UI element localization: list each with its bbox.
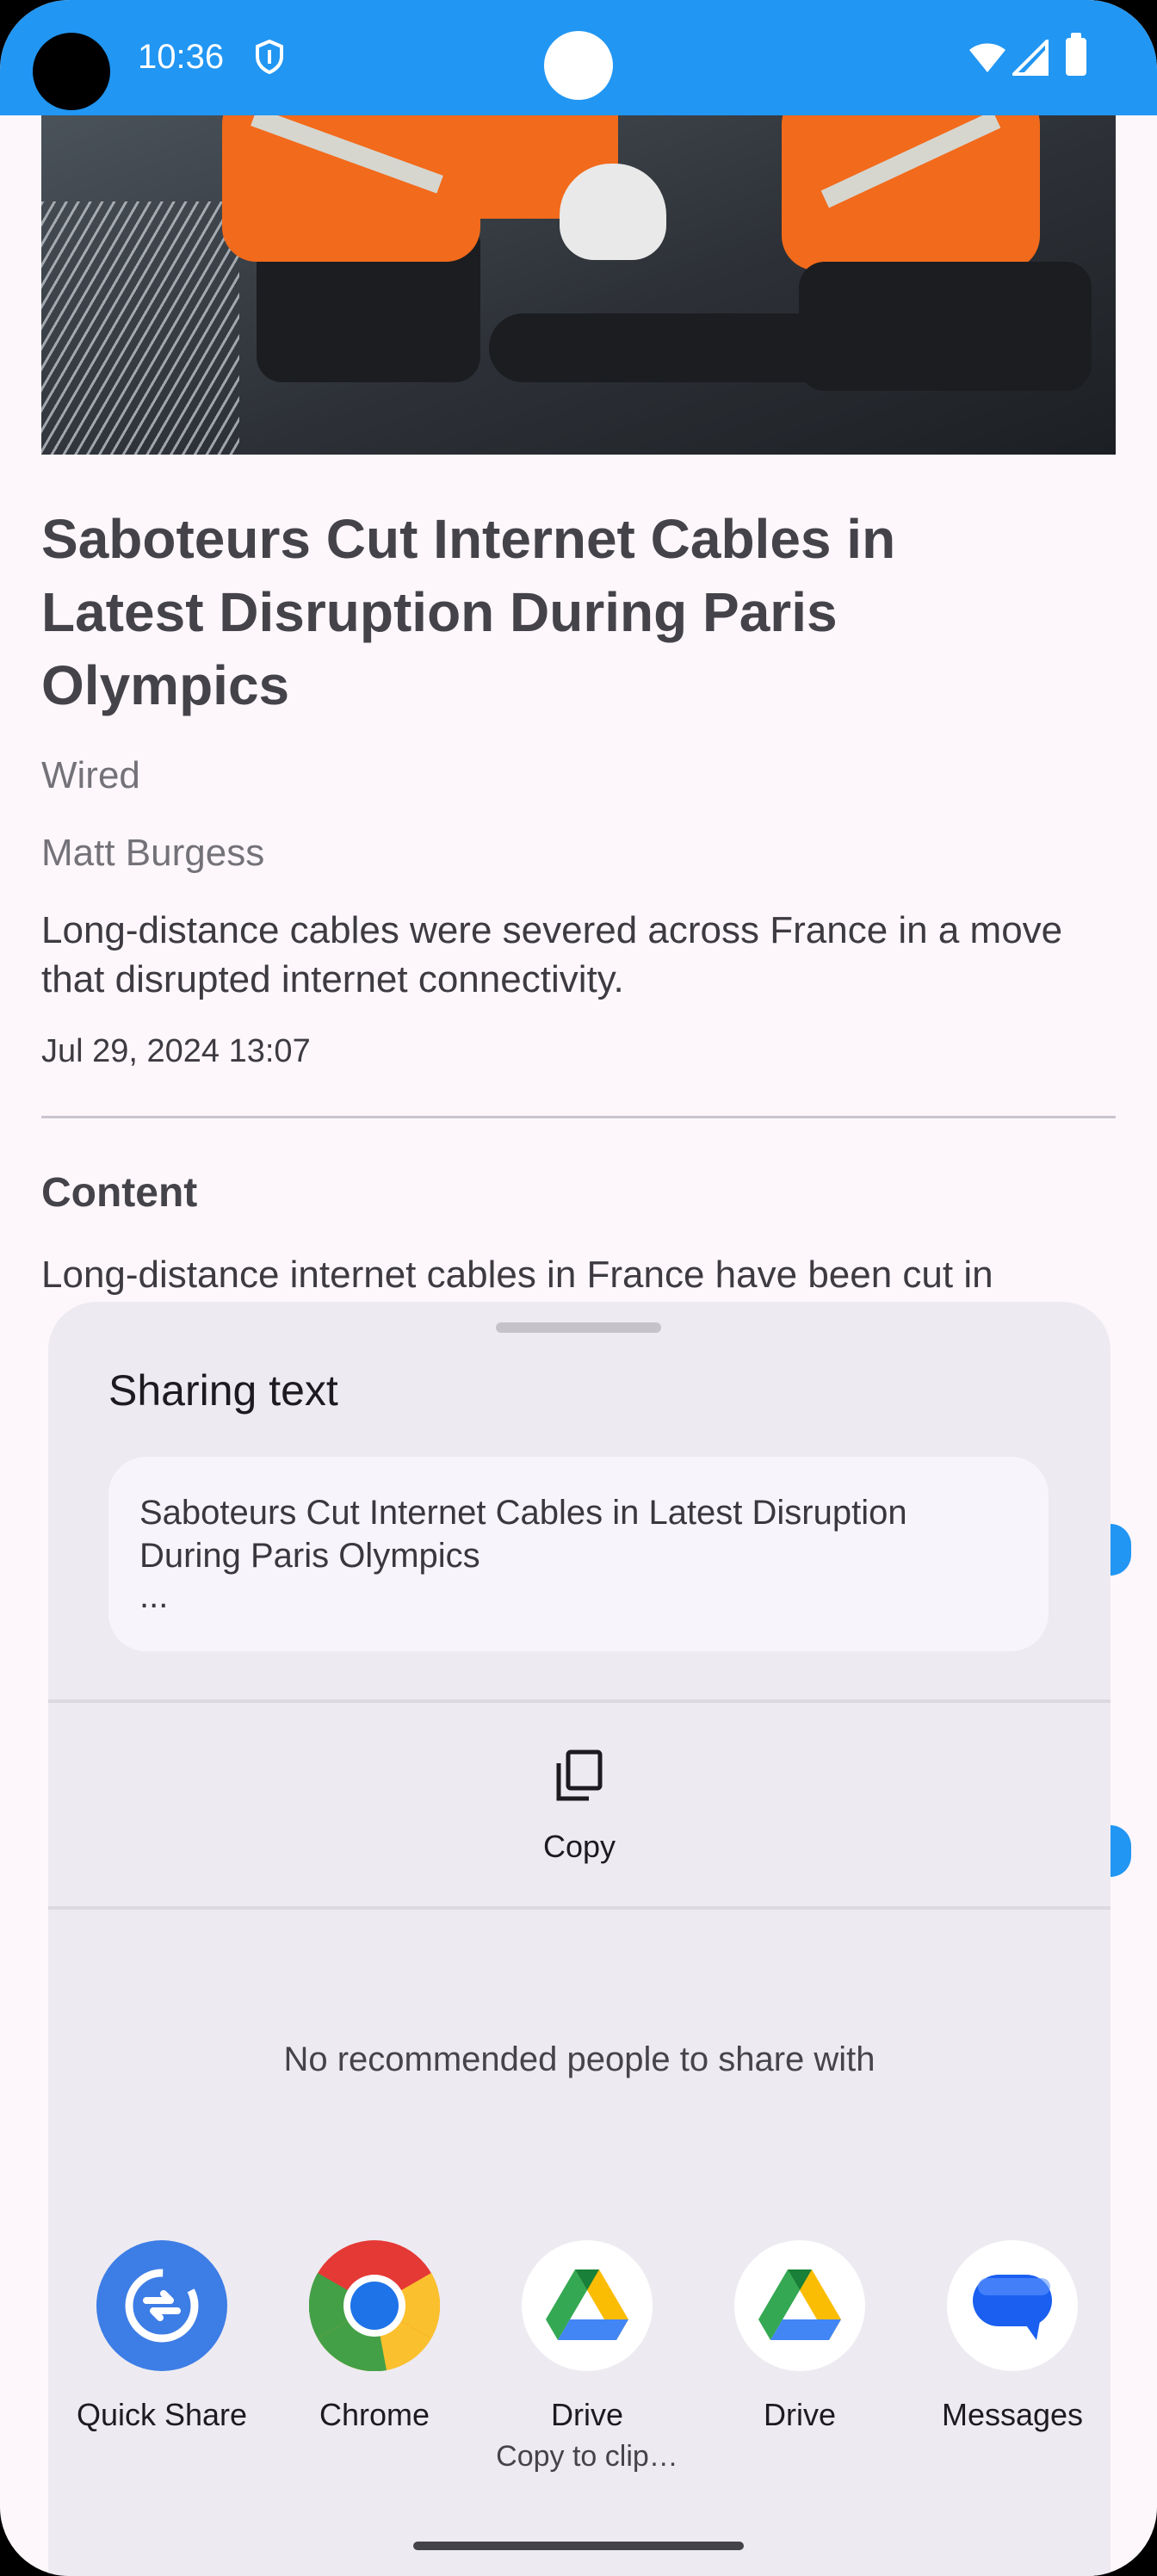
app-label: Messages bbox=[941, 2397, 1084, 2432]
messages-icon bbox=[947, 2240, 1078, 2371]
signal-icon bbox=[1012, 40, 1049, 76]
wifi-icon bbox=[969, 43, 1005, 72]
app-label: Drive bbox=[550, 2397, 623, 2432]
article-date: Jul 29, 2024 13:07 bbox=[41, 1033, 311, 1069]
share-target-drive[interactable]: Drive bbox=[705, 2240, 894, 2499]
copy-label: Copy bbox=[542, 1829, 616, 1864]
screen: Saboteurs Cut Internet Cables in Latest … bbox=[0, 0, 1157, 2576]
drive-icon bbox=[734, 2240, 865, 2371]
copy-button[interactable]: Copy bbox=[489, 1732, 670, 1887]
no-recommended-people: No recommended people to share with bbox=[283, 2040, 875, 2078]
preview-ellipsis: ... bbox=[139, 1577, 169, 1615]
app-label: Drive bbox=[763, 2397, 836, 2432]
share-target-drive-copy[interactable]: Drive Copy to clip… bbox=[492, 2240, 682, 2499]
shield-icon bbox=[256, 40, 283, 74]
drag-handle[interactable] bbox=[496, 1322, 661, 1333]
chrome-icon bbox=[308, 2240, 441, 2372]
gesture-bar[interactable] bbox=[413, 2542, 744, 2550]
app-label: Quick Share bbox=[76, 2397, 248, 2432]
camera-cutout bbox=[33, 33, 110, 110]
article-author: Matt Burgess bbox=[41, 832, 265, 874]
share-target-messages[interactable]: Messages bbox=[918, 2240, 1107, 2499]
article-summary: Long-distance cables were severed across… bbox=[41, 909, 1063, 1000]
share-text-preview: Saboteurs Cut Internet Cables in Latest … bbox=[108, 1457, 1049, 1651]
camera-dot bbox=[544, 31, 613, 100]
article-title: Saboteurs Cut Internet Cables in Latest … bbox=[41, 508, 896, 716]
fab-peek bbox=[1111, 1524, 1131, 1576]
app-sublabel: Copy to clip… bbox=[496, 2440, 678, 2473]
status-time: 10:36 bbox=[138, 38, 225, 76]
quick-share-icon bbox=[96, 2240, 227, 2371]
content-text: Long-distance internet cables in France … bbox=[41, 1254, 993, 1296]
app-label: Chrome bbox=[319, 2397, 430, 2432]
preview-text: Saboteurs Cut Internet Cables in Latest … bbox=[139, 1494, 907, 1575]
sheet-title: Sharing text bbox=[108, 1366, 338, 1415]
article-image bbox=[41, 115, 1116, 455]
battery-icon bbox=[1066, 33, 1086, 76]
app-targets: Quick Share Chrome Drive Copy to clip… D… bbox=[48, 2240, 1111, 2499]
article-source: Wired bbox=[41, 754, 140, 796]
drive-icon bbox=[522, 2240, 653, 2371]
copy-icon bbox=[556, 1749, 603, 1801]
divider bbox=[48, 1906, 1111, 1910]
divider bbox=[48, 1700, 1111, 1703]
share-target-quick-share[interactable]: Quick Share bbox=[67, 2240, 257, 2499]
share-sheet: Sharing text Saboteurs Cut Internet Cabl… bbox=[48, 1302, 1111, 2576]
fab-peek bbox=[1111, 1825, 1131, 1877]
content-heading: Content bbox=[41, 1170, 198, 1216]
share-target-chrome[interactable]: Chrome bbox=[280, 2240, 469, 2499]
divider bbox=[41, 1116, 1116, 1118]
status-bar: 10:36 bbox=[0, 0, 1157, 115]
